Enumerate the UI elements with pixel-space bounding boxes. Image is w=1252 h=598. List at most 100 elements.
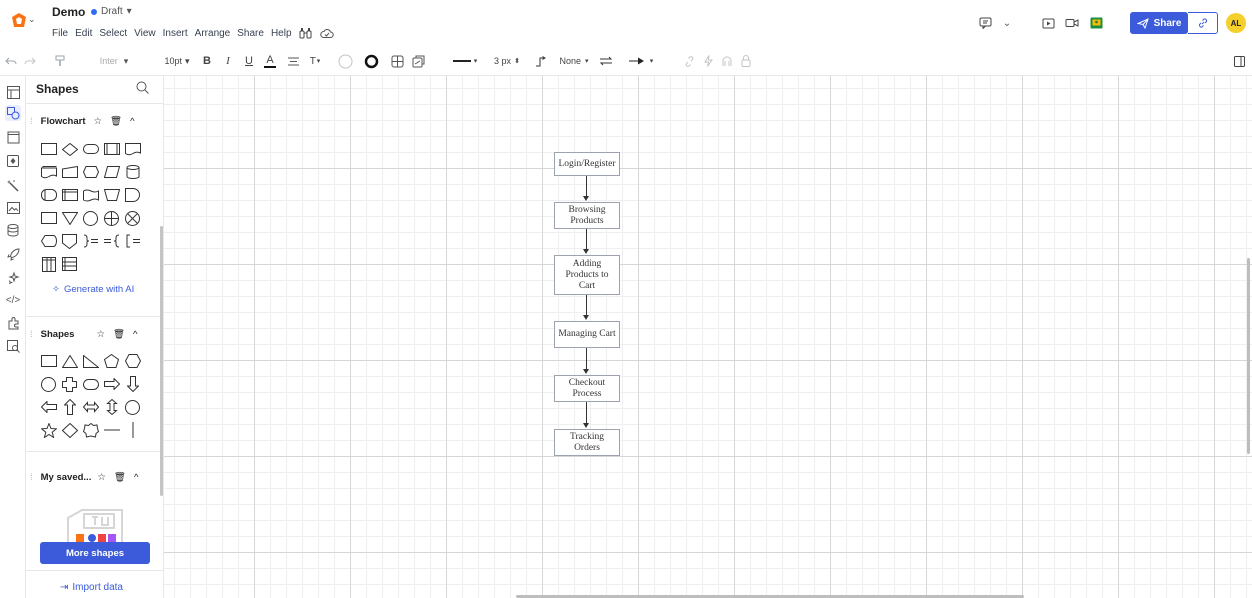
diagram-canvas[interactable] (164, 76, 1252, 598)
line-color-icon[interactable] (362, 46, 380, 76)
pages-icon[interactable] (5, 84, 21, 100)
rocket-icon[interactable] (5, 246, 21, 262)
insert-link-icon[interactable] (682, 46, 696, 76)
display-shape-icon[interactable] (38, 232, 59, 250)
star-shape-icon[interactable] (38, 421, 59, 439)
arrow-right-shape-icon[interactable] (101, 375, 122, 393)
favorite-star-icon[interactable]: ☆ (94, 116, 103, 127)
annotation-bracket-icon[interactable] (122, 232, 143, 250)
internal-storage-shape-icon[interactable] (59, 186, 80, 204)
flow-node-managing-cart[interactable]: Managing Cart (554, 321, 620, 348)
document-title[interactable]: Demo (52, 5, 85, 19)
delete-trash-icon[interactable]: 🗑︎ (110, 116, 122, 127)
delete-trash-icon[interactable]: 🗑︎ (113, 329, 125, 340)
manual-operation-shape-icon[interactable] (101, 186, 122, 204)
code-icon[interactable]: </> (5, 292, 21, 308)
horizontal-line-shape-icon[interactable] (101, 421, 122, 439)
import-data-link[interactable]: ⇥ Import data (60, 582, 123, 593)
merge-shape-icon[interactable] (59, 209, 80, 227)
copy-link-button[interactable] (1188, 12, 1218, 34)
collapse-chevron-icon[interactable]: ^ (134, 472, 138, 483)
swap-direction-icon[interactable] (598, 46, 614, 76)
more-shapes-button[interactable]: More shapes (40, 542, 150, 564)
fill-color-icon[interactable] (336, 46, 354, 76)
badge-star-shape-icon[interactable] (80, 421, 101, 439)
magnet-icon[interactable] (720, 46, 734, 76)
panel-scrollbar[interactable] (160, 226, 163, 496)
text-options-button[interactable]: T ▾ (306, 46, 324, 76)
flow-arrow[interactable] (583, 176, 589, 202)
predefined-process-shape-icon[interactable] (101, 140, 122, 158)
user-avatar[interactable]: AL (1226, 13, 1246, 33)
document-status[interactable]: Draft ▾ (91, 6, 132, 17)
collapse-chevron-icon[interactable]: ^ (133, 329, 137, 340)
circle-shape-icon[interactable] (38, 375, 59, 393)
image-icon[interactable] (5, 200, 21, 216)
document-shape-icon[interactable] (122, 140, 143, 158)
comments-chevron-icon[interactable]: ⌄ (1000, 12, 1014, 34)
shapes-section-header[interactable]: ⁞ Shapes ☆ 🗑︎ ^ (30, 329, 158, 340)
rectangle-shape-icon[interactable] (38, 352, 59, 370)
hexagon-shape-icon[interactable] (122, 352, 143, 370)
off-page-shape-icon[interactable] (59, 232, 80, 250)
arrow-down-shape-icon[interactable] (122, 375, 143, 393)
logo-chevron-down-icon[interactable]: ⌄ (28, 14, 36, 25)
drag-handle-icon[interactable]: ⁞ (30, 116, 33, 127)
comments-icon[interactable] (976, 12, 994, 34)
collapse-chevron-icon[interactable]: ^ (130, 116, 134, 127)
annotation-left-brace-icon[interactable] (101, 232, 122, 250)
preparation-shape-icon[interactable] (80, 163, 101, 181)
shape-style-icon[interactable] (410, 46, 426, 76)
redo-icon[interactable] (22, 46, 38, 76)
line-start-select[interactable]: None ▾ (556, 46, 592, 76)
menu-arrange[interactable]: Arrange (195, 28, 231, 39)
menu-insert[interactable]: Insert (163, 28, 188, 39)
manual-input-shape-icon[interactable] (59, 163, 80, 181)
search-icon[interactable] (136, 81, 149, 99)
card-shape-icon[interactable] (38, 209, 59, 227)
share-button[interactable]: Share (1130, 12, 1188, 34)
font-size-select[interactable]: 10pt ▾ (160, 46, 194, 76)
undo-icon[interactable] (3, 46, 19, 76)
line-end-select[interactable]: ▾ (624, 46, 658, 76)
action-bolt-icon[interactable] (701, 46, 715, 76)
google-classroom-icon[interactable] (1088, 12, 1104, 34)
flow-node-login-register[interactable]: Login/Register (554, 152, 620, 176)
diamond-shape-icon[interactable] (59, 421, 80, 439)
delete-trash-icon[interactable]: 🗑︎ (114, 472, 126, 483)
or-shape-icon[interactable] (101, 209, 122, 227)
arrow-up-down-shape-icon[interactable] (101, 398, 122, 416)
menu-view[interactable]: View (134, 28, 156, 39)
database-icon[interactable] (5, 222, 21, 238)
sparkle-ai-icon[interactable] (5, 269, 21, 285)
arrow-left-right-shape-icon[interactable] (80, 398, 101, 416)
template-search-icon[interactable] (5, 338, 21, 354)
font-family-select[interactable]: Inter ▾ (93, 46, 135, 76)
my-saved-section-header[interactable]: ⁞ My saved... ☆ 🗑︎ ^ (30, 472, 158, 483)
decision-shape-icon[interactable] (59, 140, 80, 158)
pentagon-shape-icon[interactable] (101, 352, 122, 370)
connector-shape-icon[interactable] (80, 209, 101, 227)
favorite-star-icon[interactable]: ☆ (96, 329, 105, 340)
multi-document-shape-icon[interactable] (38, 163, 59, 181)
flow-node-tracking-orders[interactable]: Tracking Orders (554, 429, 620, 456)
flow-arrow[interactable] (583, 295, 589, 321)
border-style-icon[interactable] (389, 46, 405, 76)
magic-wand-icon[interactable] (5, 177, 21, 193)
right-triangle-shape-icon[interactable] (80, 352, 101, 370)
terminator-shape-icon[interactable] (80, 140, 101, 158)
frame-icon[interactable] (5, 129, 21, 145)
bold-button[interactable]: B (201, 46, 213, 76)
flow-node-browsing-products[interactable]: Browsing Products (554, 202, 620, 229)
binoculars-icon[interactable] (299, 26, 313, 40)
swimlane-vertical-shape-icon[interactable] (38, 255, 59, 273)
summing-junction-shape-icon[interactable] (122, 209, 143, 227)
video-call-icon[interactable] (1064, 12, 1080, 34)
cross-shape-icon[interactable] (59, 375, 80, 393)
right-panel-toggle-icon[interactable] (1232, 46, 1246, 76)
arrow-left-shape-icon[interactable] (38, 398, 59, 416)
lock-icon[interactable] (739, 46, 753, 76)
line-style-select[interactable]: ▾ (450, 46, 480, 76)
menu-select[interactable]: Select (99, 28, 127, 39)
flow-node-adding-products-to-cart[interactable]: Adding Products to Cart (554, 255, 620, 295)
